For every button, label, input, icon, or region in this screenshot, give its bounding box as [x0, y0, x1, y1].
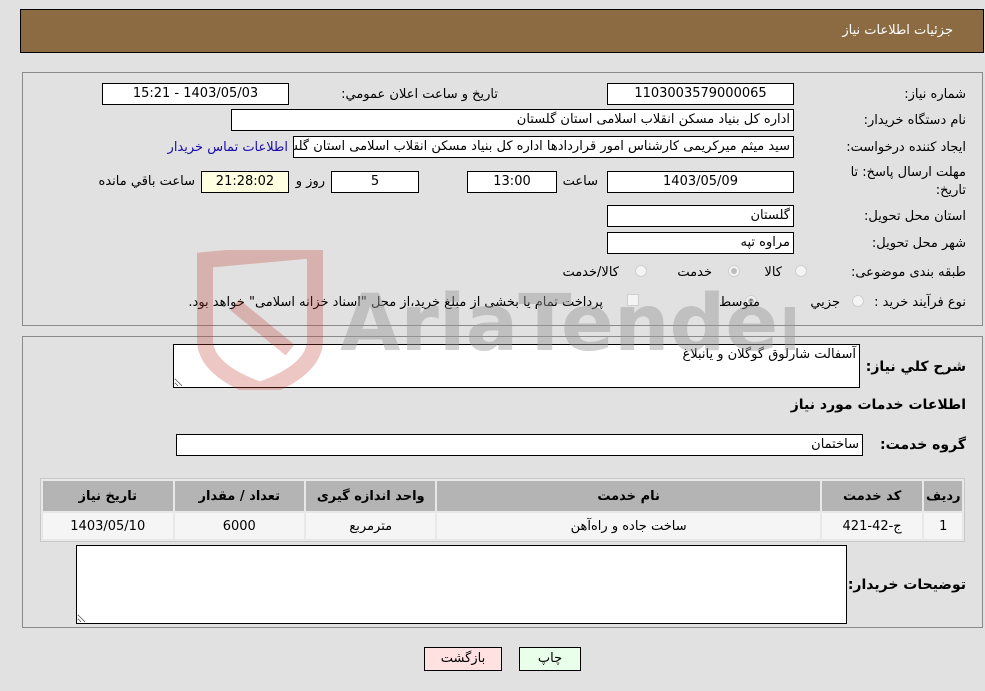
- buyer-notes-textarea[interactable]: [76, 545, 847, 624]
- cell-row: 1: [924, 513, 962, 539]
- col-quantity: تعداد / مقدار: [174, 481, 304, 511]
- buyer-notes-label: توضیحات خریدار:: [847, 577, 966, 593]
- description-textarea[interactable]: آسفالت شارلوق گوگلان و یانبلاغ: [173, 344, 860, 388]
- delivery-city-field[interactable]: مراوه تپه: [607, 232, 794, 254]
- buyer-org-label: نام دستگاه خریدار:: [863, 113, 966, 128]
- need-details-panel: شماره نیاز: 1103003579000065 تاريخ و ساع…: [22, 72, 983, 326]
- treasury-note: پرداخت تمام یا بخشی از مبلغ خرید،از محل …: [188, 295, 603, 310]
- service-group-field[interactable]: ساختمان: [176, 434, 863, 456]
- services-table: ردیف کد خدمت نام خدمت واحد اندازه گیری ت…: [40, 478, 965, 542]
- page-title: جزئیات اطلاعات نیاز: [842, 23, 953, 38]
- process-option-minor: جزيي: [810, 295, 840, 310]
- category-option-service: خدمت: [677, 265, 712, 280]
- remaining-time-field[interactable]: 21:28:02: [201, 171, 289, 193]
- category-radio-service[interactable]: [728, 265, 740, 277]
- col-need-date: تاریخ نیاز: [43, 481, 173, 511]
- cell-service-code: ج-42-421: [821, 513, 923, 539]
- deadline-time-label: ساعت: [562, 174, 598, 189]
- days-label: روز و: [295, 174, 325, 189]
- services-section-title: اطلاعات خدمات مورد نياز: [790, 397, 966, 413]
- cell-need-date: 1403/05/10: [43, 513, 173, 539]
- deadline-date-field[interactable]: 1403/05/09: [607, 171, 794, 193]
- remaining-time-label: ساعت باقي مانده: [98, 174, 195, 189]
- service-group-label: گروه خدمت:: [880, 437, 966, 453]
- page-header: جزئیات اطلاعات نیاز: [20, 9, 984, 53]
- services-panel: شرح كلي نياز: آسفالت شارلوق گوگلان و یان…: [22, 336, 983, 628]
- table-row: 1 ج-42-421 ساخت جاده و راه‌آهن مترمربع 6…: [43, 513, 962, 539]
- remaining-days-field[interactable]: 5: [331, 171, 419, 193]
- process-option-medium: متوسط: [719, 295, 760, 310]
- process-radio-minor[interactable]: [852, 295, 864, 307]
- announce-datetime-label: تاريخ و ساعت اعلان عمومي:: [341, 87, 498, 102]
- category-label: طبقه بندی موضوعی:: [850, 265, 966, 280]
- back-button[interactable]: بازگشت: [424, 647, 502, 671]
- category-radio-goods-service[interactable]: [635, 265, 647, 277]
- category-option-goods: کالا: [764, 265, 782, 280]
- purchase-process-label: نوع فرآیند خرید :: [874, 295, 966, 310]
- need-number-field[interactable]: 1103003579000065: [607, 83, 794, 105]
- delivery-province-field[interactable]: گلستان: [607, 205, 794, 227]
- requester-field[interactable]: سید میثم میرکریمی کارشناس امور قراردادها…: [293, 136, 794, 158]
- requester-label: ایجاد کننده درخواست:: [846, 140, 966, 155]
- need-number-label: شماره نیاز:: [904, 87, 966, 102]
- cell-unit: مترمربع: [306, 513, 436, 539]
- col-service-name: نام خدمت: [437, 481, 820, 511]
- category-radio-goods[interactable]: [795, 265, 807, 277]
- buyer-contact-link[interactable]: اطلاعات تماس خریدار: [168, 140, 288, 155]
- print-button[interactable]: چاپ: [519, 647, 581, 671]
- category-option-goods-service: کالا/خدمت: [562, 265, 619, 280]
- treasury-checkbox[interactable]: [627, 294, 639, 306]
- delivery-province-label: استان محل تحویل:: [864, 209, 966, 224]
- cell-service-name: ساخت جاده و راه‌آهن: [437, 513, 820, 539]
- description-label: شرح كلي نياز:: [865, 359, 966, 375]
- col-service-code: کد خدمت: [821, 481, 923, 511]
- col-row: ردیف: [924, 481, 962, 511]
- col-unit: واحد اندازه گیری: [306, 481, 436, 511]
- delivery-city-label: شهر محل تحویل:: [871, 236, 966, 251]
- buyer-org-field[interactable]: اداره کل بنیاد مسکن انقلاب اسلامی استان …: [231, 109, 794, 131]
- announce-datetime-field[interactable]: 1403/05/03 - 15:21: [102, 83, 289, 105]
- deadline-label: مهلت ارسال پاسخ: تا تاریخ:: [850, 165, 966, 198]
- services-table-header: ردیف کد خدمت نام خدمت واحد اندازه گیری ت…: [43, 481, 962, 511]
- cell-quantity: 6000: [174, 513, 304, 539]
- deadline-time-field[interactable]: 13:00: [467, 171, 557, 193]
